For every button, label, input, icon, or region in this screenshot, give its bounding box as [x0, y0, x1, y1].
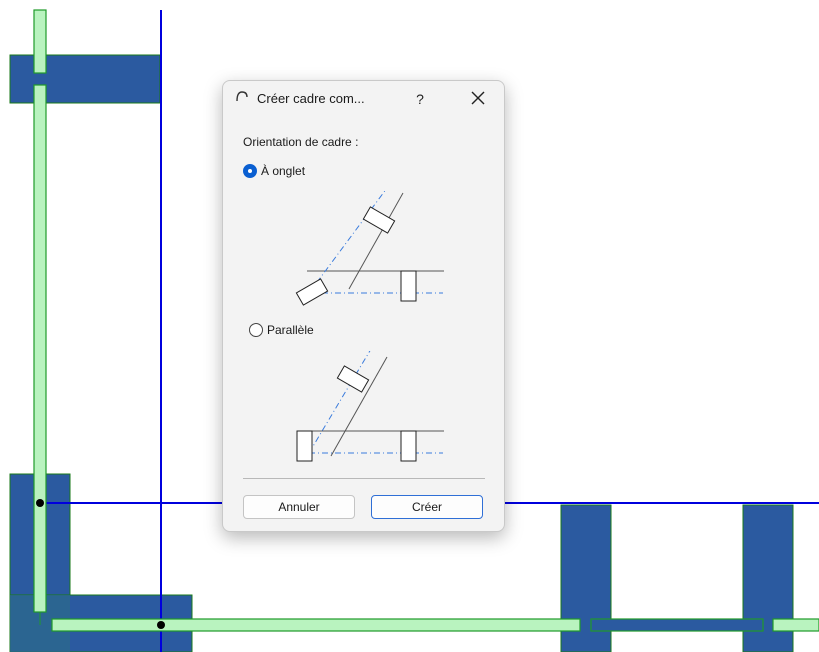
- orientation-label: Orientation de cadre :: [243, 135, 359, 149]
- button-separator: [243, 478, 485, 479]
- option-parallel[interactable]: Parallèle: [249, 323, 314, 337]
- node-point-2[interactable]: [157, 621, 165, 629]
- option-miter[interactable]: À onglet: [243, 164, 305, 178]
- dialog-title: Créer cadre com...: [257, 91, 365, 106]
- option-parallel-label: Parallèle: [267, 323, 314, 337]
- radio-parallel[interactable]: [249, 323, 263, 337]
- cancel-button[interactable]: Annuler: [243, 495, 355, 519]
- frame-member-horizontal-3[interactable]: [772, 618, 819, 632]
- create-button[interactable]: Créer: [371, 495, 483, 519]
- frame-member-top-stub[interactable]: [33, 9, 47, 74]
- frame-arc-icon: [236, 91, 248, 102]
- radio-miter[interactable]: [243, 164, 257, 178]
- frame-member-horizontal-1[interactable]: [51, 618, 581, 632]
- node-point-1[interactable]: [36, 499, 44, 507]
- option-miter-label: À onglet: [261, 164, 306, 178]
- close-icon[interactable]: [467, 87, 489, 109]
- help-button[interactable]: ?: [411, 89, 429, 109]
- create-frame-dialog: Créer cadre com... ? Orientation de cadr…: [222, 80, 505, 532]
- wall-block-top-left[interactable]: [9, 54, 161, 104]
- dialog-titlebar[interactable]: Créer cadre com... ?: [223, 81, 504, 117]
- frame-member-vertical[interactable]: [33, 84, 47, 613]
- frame-member-horizontal-2[interactable]: [590, 618, 764, 632]
- miter-diagram: [295, 191, 444, 306]
- parallel-diagram: [296, 351, 444, 462]
